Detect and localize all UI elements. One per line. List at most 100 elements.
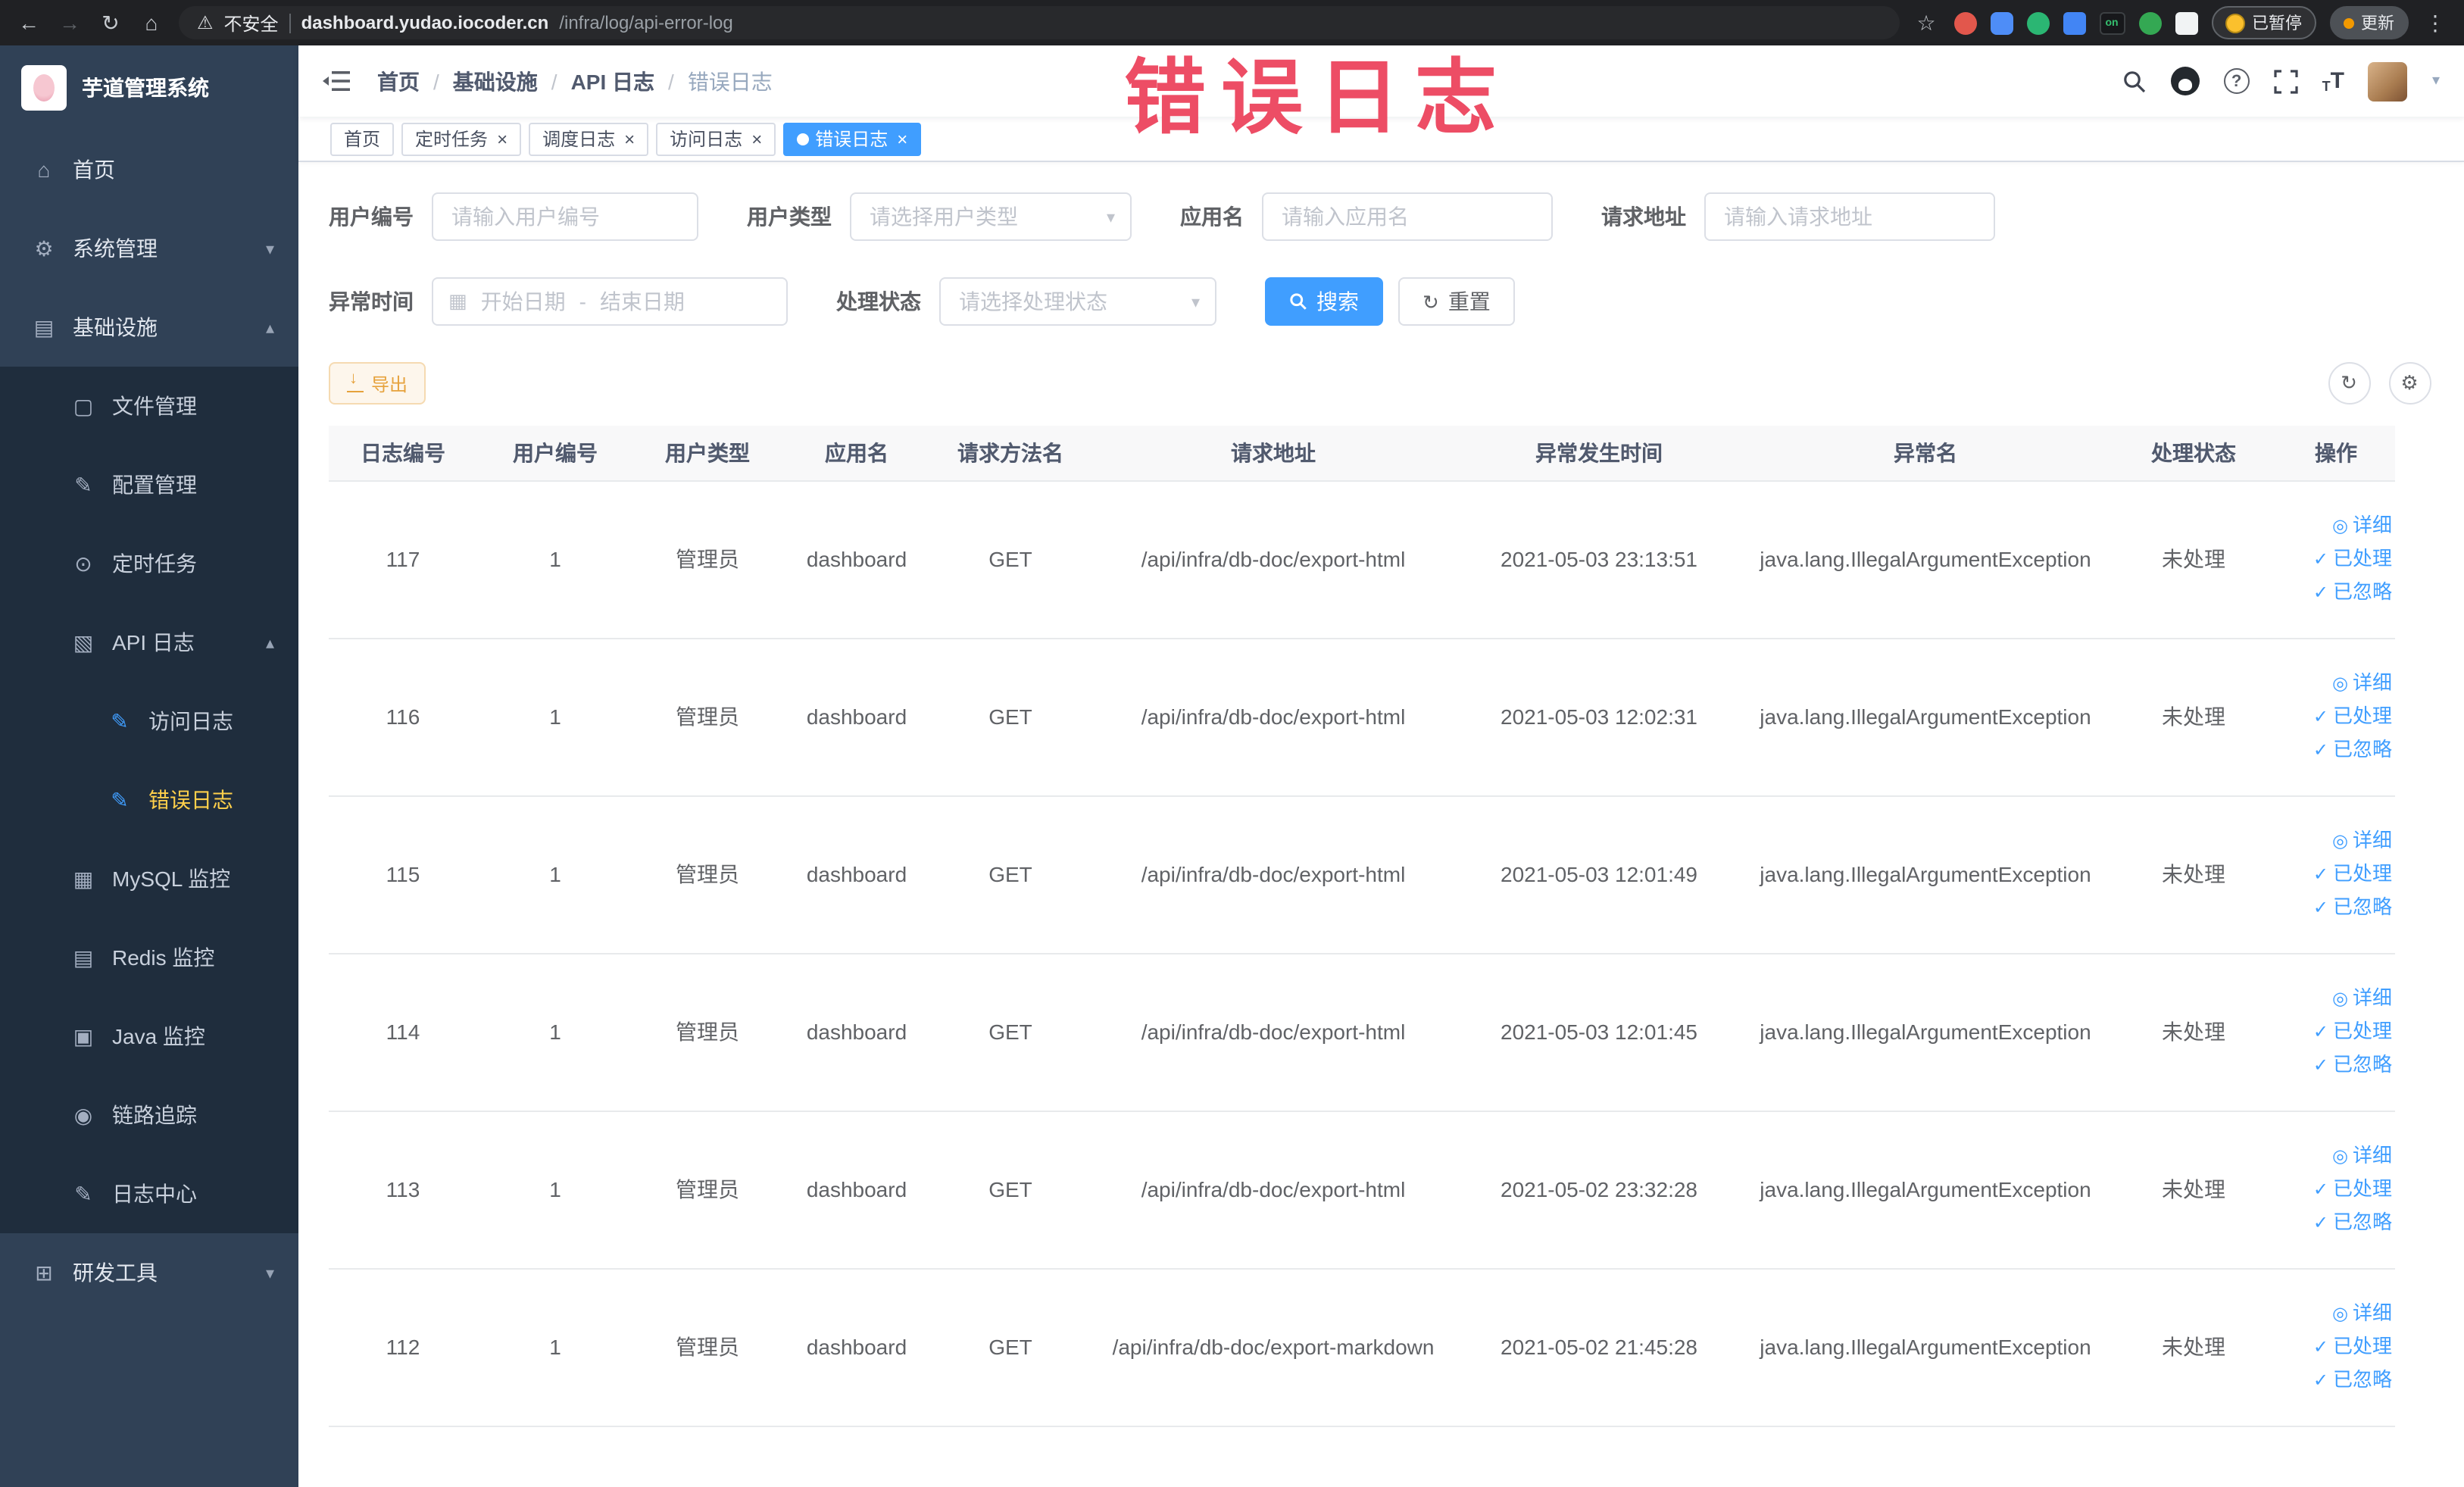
forward-icon[interactable]: →: [56, 11, 83, 35]
close-icon[interactable]: [624, 130, 635, 148]
breadcrumb-api-log[interactable]: API 日志: [571, 66, 654, 96]
extension-icon-3[interactable]: [2026, 11, 2049, 34]
breadcrumb-home[interactable]: 首页: [377, 66, 420, 96]
mark-processed-link[interactable]: 已处理: [2313, 1015, 2392, 1048]
sidebar-item-mysql[interactable]: ▦ MySQL 监控: [0, 839, 298, 918]
tab[interactable]: 定时任务: [401, 122, 522, 155]
mark-ignored-link[interactable]: 已忽略: [2313, 1048, 2392, 1082]
sidebar-item-infra[interactable]: ▤ 基础设施: [0, 288, 298, 367]
divider: [289, 13, 291, 33]
search-button[interactable]: 搜索: [1265, 277, 1383, 326]
column-header[interactable]: 请求方法名: [932, 426, 1089, 481]
table-row: 115 1 管理员 dashboard GET /api/infra/db-do…: [329, 795, 2395, 954]
mark-ignored-link[interactable]: 已忽略: [2313, 733, 2392, 767]
sidebar-item-redis[interactable]: ▤ Redis 监控: [0, 918, 298, 997]
tab[interactable]: 错误日志: [783, 122, 922, 155]
column-header[interactable]: 日志编号: [329, 426, 477, 481]
mysql-monitor-icon: ▦: [73, 866, 94, 890]
sidebar-item-scheduler[interactable]: ⊙ 定时任务: [0, 524, 298, 603]
logo[interactable]: 芋道管理系统: [0, 45, 298, 130]
mark-processed-link[interactable]: 已处理: [2313, 700, 2392, 733]
column-header[interactable]: 异常发生时间: [1457, 426, 1741, 481]
sidebar-item-trace[interactable]: ◉ 链路追踪: [0, 1076, 298, 1154]
detail-link[interactable]: 详细: [2332, 824, 2392, 858]
date-range-picker[interactable]: 开始日期 - 结束日期: [432, 277, 788, 326]
breadcrumb-infrastructure[interactable]: 基础设施: [453, 66, 538, 96]
sidebar-item-log-center[interactable]: ✎ 日志中心: [0, 1154, 298, 1233]
app-name-input[interactable]: [1262, 192, 1553, 241]
caret-down-icon[interactable]: ▾: [2432, 73, 2440, 89]
extension-icon-2[interactable]: [1990, 11, 2013, 34]
sidebar-item-access-log[interactable]: ✎ 访问日志: [0, 682, 298, 761]
column-settings-button[interactable]: ⚙: [2388, 362, 2431, 405]
close-icon[interactable]: [497, 130, 507, 148]
user-type-select[interactable]: 请选择用户类型: [850, 192, 1132, 241]
extension-icon-4[interactable]: [2063, 11, 2085, 34]
tab[interactable]: 调度日志: [529, 122, 649, 155]
process-status-select[interactable]: 请选择处理状态: [939, 277, 1216, 326]
browser-home-icon[interactable]: ⌂: [138, 11, 165, 35]
help-icon[interactable]: [2223, 68, 2250, 94]
search-icon[interactable]: [2122, 69, 2147, 93]
mark-processed-link[interactable]: 已处理: [2313, 1330, 2392, 1364]
cell-exception-time: 2021-05-03 12:01:49: [1457, 795, 1741, 954]
font-size-icon[interactable]: [2322, 68, 2344, 94]
extension-icon-5[interactable]: on: [2099, 11, 2125, 34]
github-icon[interactable]: [2170, 67, 2200, 95]
sidebar-item-error-log[interactable]: ✎ 错误日志: [0, 761, 298, 839]
user-avatar[interactable]: [2368, 61, 2408, 101]
not-secure-warning-icon[interactable]: ⚠: [197, 12, 214, 33]
detail-link[interactable]: 详细: [2332, 667, 2392, 700]
request-url-input[interactable]: [1704, 192, 1995, 241]
sidebar-item-api-log[interactable]: ▧ API 日志: [0, 603, 298, 682]
sidebar-item-files[interactable]: ▢ 文件管理: [0, 367, 298, 445]
cell-method: GET: [932, 953, 1089, 1111]
sidebar-item-dev-tools[interactable]: ⊞ 研发工具: [0, 1233, 298, 1312]
detail-link[interactable]: 详细: [2332, 1297, 2392, 1330]
mark-ignored-link[interactable]: 已忽略: [2313, 891, 2392, 924]
sidebar-item-home[interactable]: ⌂ 首页: [0, 130, 298, 209]
mark-ignored-link[interactable]: 已忽略: [2313, 1364, 2392, 1397]
column-header[interactable]: 处理状态: [2110, 426, 2277, 481]
sidebar-item-system[interactable]: ⚙ 系统管理: [0, 209, 298, 288]
mark-processed-link[interactable]: 已处理: [2313, 1173, 2392, 1206]
extension-icon-1[interactable]: [1953, 11, 1976, 34]
profile-avatar-icon: [2225, 13, 2244, 33]
user-id-input[interactable]: [432, 192, 698, 241]
refresh-button[interactable]: ↻: [2328, 362, 2370, 405]
mark-processed-link[interactable]: 已处理: [2313, 858, 2392, 891]
reload-icon[interactable]: ↻: [97, 10, 124, 36]
sidebar-item-java[interactable]: ▣ Java 监控: [0, 997, 298, 1076]
mark-ignored-link[interactable]: 已忽略: [2313, 576, 2392, 609]
mark-processed-link[interactable]: 已处理: [2313, 542, 2392, 576]
tab[interactable]: 访问日志: [656, 122, 776, 155]
close-icon[interactable]: [897, 130, 907, 148]
detail-link[interactable]: 详细: [2332, 509, 2392, 542]
column-header[interactable]: 用户编号: [477, 426, 633, 481]
column-header[interactable]: 请求地址: [1089, 426, 1457, 481]
address-bar[interactable]: ⚠ 不安全 dashboard.yudao.iocoder.cn/infra/l…: [179, 6, 1899, 39]
detail-link[interactable]: 详细: [2332, 1139, 2392, 1173]
column-header[interactable]: 异常名: [1741, 426, 2110, 481]
sidebar-item-config[interactable]: ✎ 配置管理: [0, 445, 298, 524]
export-button[interactable]: 导出: [329, 362, 426, 405]
close-icon[interactable]: [751, 130, 762, 148]
kebab-menu-icon[interactable]: ⋮: [2422, 10, 2449, 36]
tab[interactable]: 首页: [330, 122, 395, 155]
hamburger-icon[interactable]: [323, 66, 353, 96]
column-header[interactable]: 应用名: [782, 426, 932, 481]
fullscreen-icon[interactable]: [2273, 69, 2298, 93]
profile-paused-badge[interactable]: 已暂停: [2211, 6, 2316, 39]
extension-icon-6[interactable]: [2138, 11, 2161, 34]
back-icon[interactable]: ←: [15, 11, 42, 35]
column-header[interactable]: 操作: [2277, 426, 2395, 481]
mark-ignored-link[interactable]: 已忽略: [2313, 1206, 2392, 1239]
chrome-update-button[interactable]: 更新: [2329, 6, 2408, 39]
tags-view: 首页 定时任务 调度日志: [298, 117, 2464, 162]
reset-button[interactable]: 重置: [1398, 277, 1515, 326]
column-header[interactable]: 用户类型: [633, 426, 782, 481]
extension-icon-7[interactable]: [2175, 11, 2197, 34]
bookmark-star-icon[interactable]: ☆: [1913, 10, 1940, 36]
detail-link[interactable]: 详细: [2332, 982, 2392, 1015]
cell-app-name: dashboard: [782, 1268, 932, 1426]
